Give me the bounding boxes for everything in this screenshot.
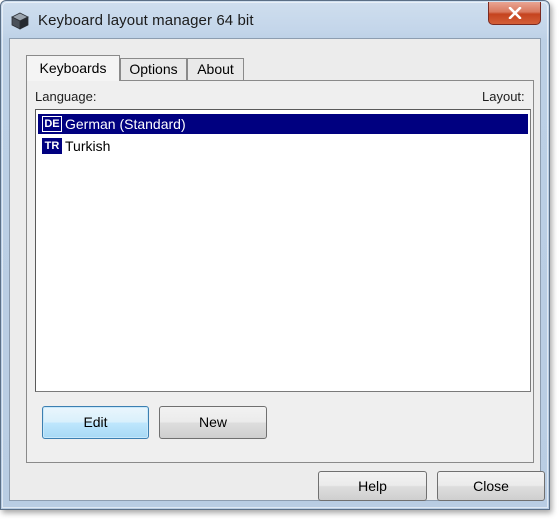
- column-header-layout: Layout:: [482, 89, 525, 104]
- edit-button[interactable]: Edit: [42, 406, 149, 439]
- language-code-badge: TR: [42, 138, 62, 154]
- dialog-client-area: Keyboards Options About Language: Layout…: [9, 38, 545, 501]
- cube-icon: [11, 12, 29, 30]
- close-button[interactable]: Close: [437, 471, 545, 501]
- window-close-button[interactable]: [488, 2, 541, 25]
- window-title: Keyboard layout manager 64 bit: [38, 12, 254, 29]
- list-item-label: German (Standard): [65, 116, 186, 132]
- tab-about[interactable]: About: [187, 58, 244, 80]
- list-item[interactable]: DE German (Standard): [38, 114, 528, 134]
- new-button[interactable]: New: [159, 406, 267, 439]
- window-frame: Keyboard layout manager 64 bit Keyboards…: [0, 0, 550, 510]
- column-header-language: Language:: [35, 89, 97, 104]
- keyboard-list[interactable]: DE German (Standard) TR Turkish: [35, 109, 531, 392]
- language-code-badge: DE: [42, 116, 62, 132]
- help-button[interactable]: Help: [318, 471, 427, 501]
- tab-keyboards[interactable]: Keyboards: [26, 55, 120, 81]
- tab-options[interactable]: Options: [120, 58, 187, 80]
- list-item[interactable]: TR Turkish: [38, 136, 528, 156]
- list-item-label: Turkish: [65, 138, 111, 154]
- close-icon: [508, 7, 521, 19]
